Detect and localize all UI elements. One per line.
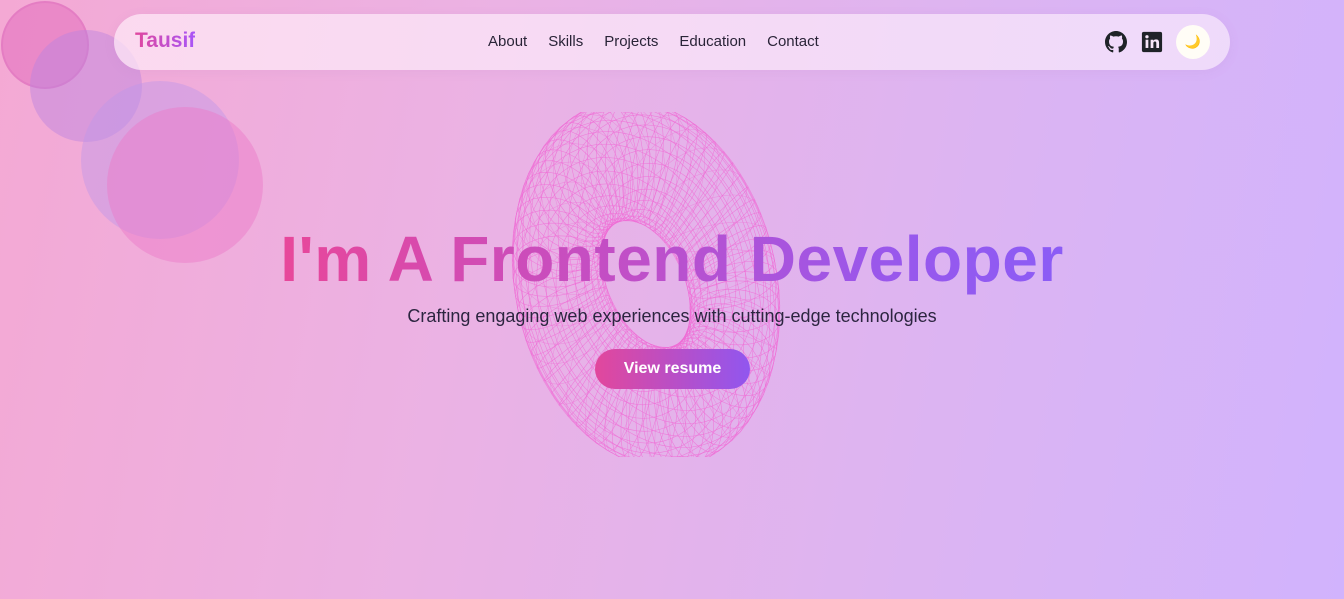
navbar: Tausif About Skills Projects Education C…	[114, 14, 1230, 70]
view-resume-button[interactable]: View resume	[595, 349, 750, 389]
nav-links: About Skills Projects Education Contact	[488, 33, 819, 50]
hero-headline: I'm A Frontend Developer	[0, 221, 1344, 297]
moon-icon: 🌙	[1184, 34, 1202, 49]
nav-link-about[interactable]: About	[488, 33, 527, 50]
hero-subtitle: Crafting engaging web experiences with c…	[407, 306, 937, 326]
nav-link-skills[interactable]: Skills	[548, 33, 583, 50]
brand-logo[interactable]: Tausif	[135, 29, 195, 53]
hero-headline-text: I'm A Frontend Developer	[280, 223, 1064, 295]
nav-link-projects[interactable]: Projects	[604, 33, 658, 50]
linkedin-icon[interactable]	[1140, 30, 1164, 54]
nav-link-contact[interactable]: Contact	[767, 33, 819, 50]
github-icon[interactable]	[1104, 30, 1128, 54]
nav-link-education[interactable]: Education	[679, 33, 746, 50]
theme-toggle-button[interactable]: 🌙	[1176, 25, 1210, 59]
